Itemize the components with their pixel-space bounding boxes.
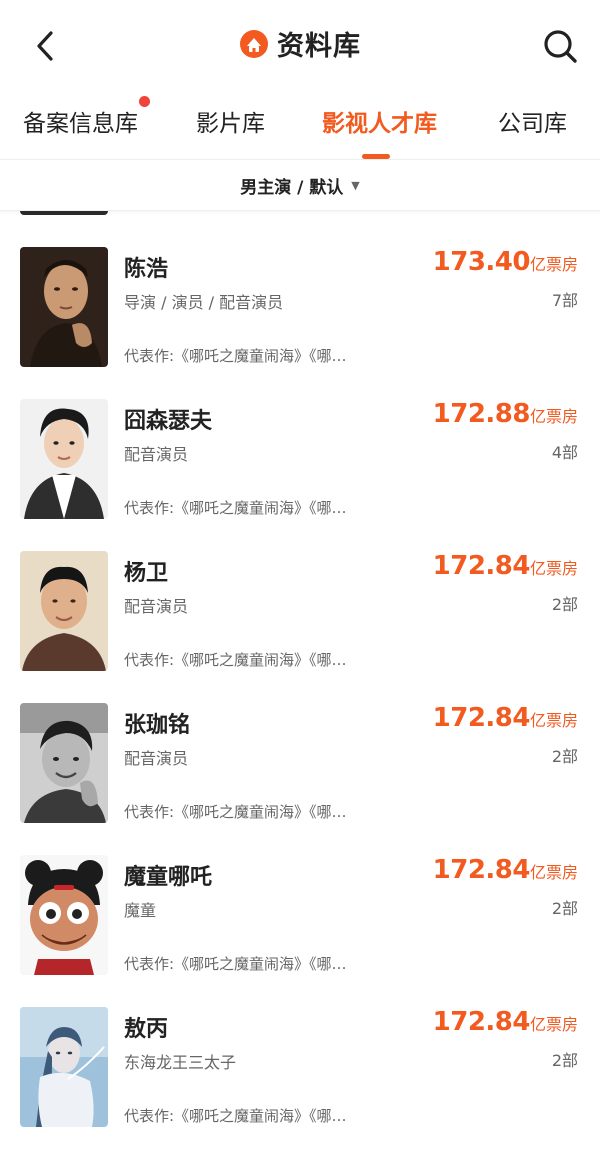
portrait-man-dark-image xyxy=(20,247,108,367)
representative-works: 代表作:《哪吒之魔童闹海》《哪… xyxy=(124,347,347,365)
category-tabs: 备案信息库 影片库 影视人才库 公司库 xyxy=(0,92,600,160)
list-item[interactable]: 魔童哪吒 魔童 代表作:《哪吒之魔童闹海》《哪… 172.84亿票房 2部 xyxy=(0,855,600,1007)
avatar xyxy=(20,1007,108,1127)
filter-label: 男主演 / 默认 xyxy=(240,178,344,198)
avatar xyxy=(20,703,108,823)
avatar xyxy=(20,247,108,367)
box-office-value: 172.84 xyxy=(432,855,531,885)
page-title-group: 资料库 xyxy=(0,24,600,63)
tab-filing-info[interactable]: 备案信息库 xyxy=(23,104,138,138)
box-office-unit: 亿票房 xyxy=(529,863,578,882)
top-bar: 资料库 xyxy=(0,0,600,92)
list-item[interactable]: 杨卫 配音演员 代表作:《哪吒之魔童闹海》《哪… 172.84亿票房 2部 xyxy=(0,551,600,703)
person-name: 杨卫 xyxy=(124,561,169,586)
box-office-unit: 亿票房 xyxy=(529,407,578,426)
portrait-older-man-image xyxy=(20,551,108,671)
film-count: 2部 xyxy=(551,747,578,766)
box-office: 173.40亿票房 xyxy=(433,247,578,277)
list-item[interactable]: 陈浩 导演 / 演员 / 配音演员 代表作:《哪吒之魔童闹海》《哪… 173.4… xyxy=(0,247,600,399)
avatar xyxy=(20,855,108,975)
portrait-man-white-image xyxy=(20,399,108,519)
representative-works: 代表作:《哪吒之魔童闹海》《哪… xyxy=(124,651,347,669)
active-tab-indicator xyxy=(362,154,390,159)
screen: 资料库 备案信息库 影片库 影视人才库 公司库 男主演 / 默认 ▼ 陈浩 导演… xyxy=(0,0,600,1155)
notification-dot xyxy=(139,96,150,107)
person-name: 张珈铭 xyxy=(124,713,191,738)
film-count: 2部 xyxy=(551,1051,578,1070)
tab-film-library[interactable]: 影片库 xyxy=(196,104,265,138)
representative-works: 代表作:《哪吒之魔童闹海》《哪… xyxy=(124,803,347,821)
box-office-unit: 亿票房 xyxy=(529,711,578,730)
previous-avatar xyxy=(20,211,108,215)
caret-down-icon: ▼ xyxy=(351,179,360,192)
representative-works: 代表作:《哪吒之魔童闹海》《哪… xyxy=(124,955,347,973)
previous-row-peek xyxy=(0,211,600,217)
box-office-unit: 亿票房 xyxy=(529,559,578,578)
box-office-value: 172.84 xyxy=(432,1007,531,1037)
tab-company-library[interactable]: 公司库 xyxy=(498,104,567,138)
list-item[interactable]: 张珈铭 配音演员 代表作:《哪吒之魔童闹海》《哪… 172.84亿票房 2部 xyxy=(0,703,600,855)
avatar xyxy=(20,551,108,671)
search-button[interactable] xyxy=(540,26,580,66)
box-office: 172.84亿票房 xyxy=(433,703,578,733)
tab-talent-library[interactable]: 影视人才库 xyxy=(322,104,437,138)
box-office-value: 172.84 xyxy=(432,551,531,581)
person-name: 敖丙 xyxy=(124,1017,169,1042)
box-office: 172.84亿票房 xyxy=(433,1007,578,1037)
talent-list: 陈浩 导演 / 演员 / 配音演员 代表作:《哪吒之魔童闹海》《哪… 173.4… xyxy=(0,247,600,1155)
film-count: 2部 xyxy=(551,899,578,918)
person-role: 配音演员 xyxy=(124,597,189,616)
avatar xyxy=(20,399,108,519)
representative-works: 代表作:《哪吒之魔童闹海》《哪… xyxy=(124,1107,347,1125)
film-count: 2部 xyxy=(551,595,578,614)
box-office: 172.84亿票房 xyxy=(433,551,578,581)
list-item[interactable]: 敖丙 东海龙王三太子 代表作:《哪吒之魔童闹海》《哪… 172.84亿票房 2部 xyxy=(0,1007,600,1155)
person-role: 导演 / 演员 / 配音演员 xyxy=(124,293,284,312)
search-icon xyxy=(544,30,577,63)
person-name: 魔童哪吒 xyxy=(124,865,213,890)
box-office-unit: 亿票房 xyxy=(529,1015,578,1034)
filter-dropdown[interactable]: 男主演 / 默认 ▼ xyxy=(0,161,600,211)
box-office-value: 172.88 xyxy=(432,399,531,429)
cartoon-nezha-image xyxy=(20,855,108,975)
box-office: 172.88亿票房 xyxy=(433,399,578,429)
box-office-value: 173.40 xyxy=(432,247,531,277)
box-office: 172.84亿票房 xyxy=(433,855,578,885)
box-office-unit: 亿票房 xyxy=(529,255,578,274)
person-role: 魔童 xyxy=(124,901,157,920)
person-name: 陈浩 xyxy=(124,257,169,282)
representative-works: 代表作:《哪吒之魔童闹海》《哪… xyxy=(124,499,347,517)
portrait-man-bw-image xyxy=(20,703,108,823)
person-role: 东海龙王三太子 xyxy=(124,1053,237,1072)
cartoon-aobing-image xyxy=(20,1007,108,1127)
person-name: 囧森瑟夫 xyxy=(124,409,213,434)
person-role: 配音演员 xyxy=(124,749,189,768)
page-title: 资料库 xyxy=(277,31,361,62)
library-logo-icon xyxy=(240,29,268,58)
film-count: 4部 xyxy=(551,443,578,462)
film-count: 7部 xyxy=(551,291,578,310)
box-office-value: 172.84 xyxy=(432,703,531,733)
person-role: 配音演员 xyxy=(124,445,189,464)
list-item[interactable]: 囧森瑟夫 配音演员 代表作:《哪吒之魔童闹海》《哪… 172.88亿票房 4部 xyxy=(0,399,600,551)
